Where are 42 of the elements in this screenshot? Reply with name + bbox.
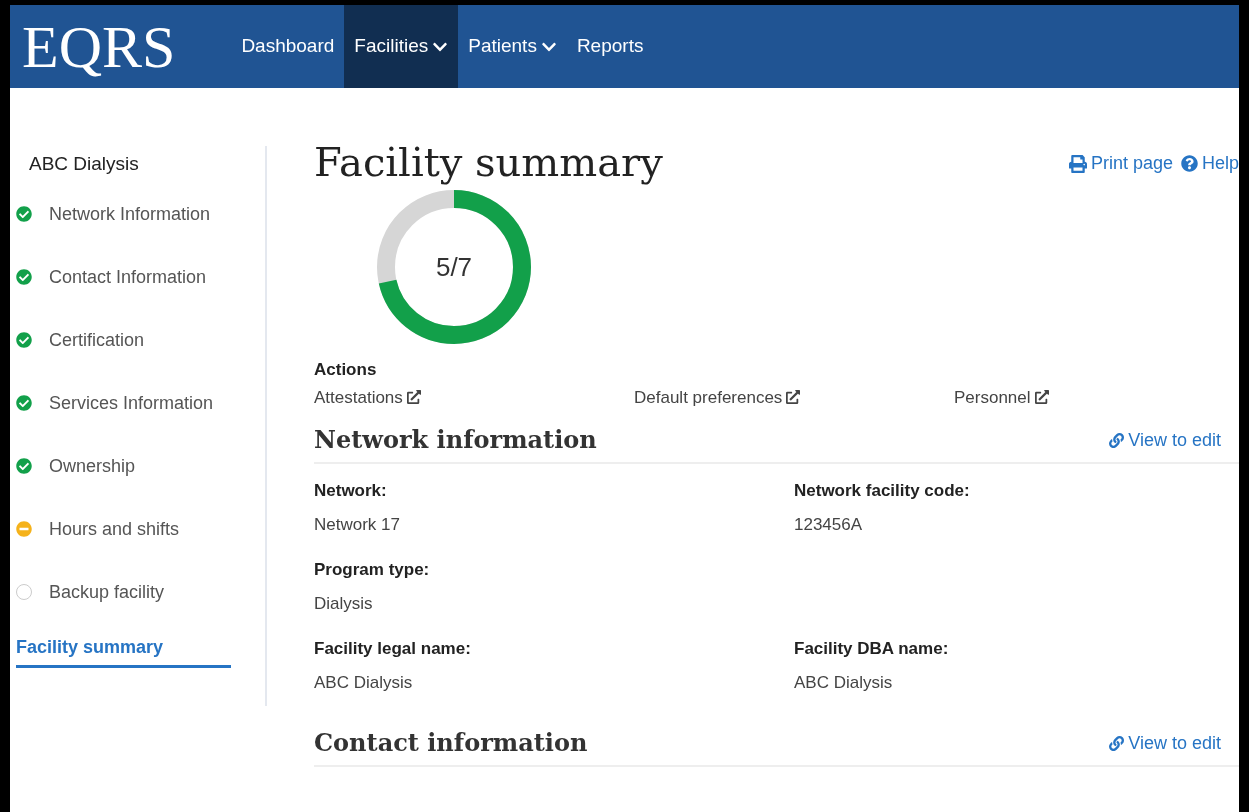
sidebar-link[interactable]: Certification [49, 326, 145, 354]
action-link[interactable]: Default preferences [634, 384, 954, 410]
view-to-edit-link[interactable]: View to edit [1109, 729, 1221, 757]
field-value: Network 17 [314, 513, 401, 536]
sidebar-link[interactable]: Services Information [49, 389, 214, 417]
action-link[interactable]: Personnel [954, 384, 1239, 410]
help-link[interactable]: Help [1180, 150, 1239, 177]
section-heading: Network information [314, 424, 597, 456]
nav-tab[interactable]: Facilities [344, 5, 459, 88]
nav-tab[interactable]: Dashboard [231, 5, 345, 88]
view-to-edit-link[interactable]: View to edit [1109, 426, 1221, 454]
link-icon [1109, 735, 1125, 751]
external-link-icon [406, 390, 421, 405]
sidebar-link[interactable]: Facility summary [16, 633, 231, 668]
external-link-icon [786, 390, 801, 405]
sidebar-link[interactable]: Contact Information [49, 263, 207, 291]
field-label: Program type: [314, 559, 431, 581]
field-label: Facility legal name: [314, 638, 472, 660]
sidebar-link[interactable]: Ownership [49, 452, 136, 480]
link-icon [1109, 432, 1125, 448]
actions-heading: Actions [314, 359, 378, 381]
print-icon [1068, 154, 1087, 173]
sidebar-link[interactable]: Backup facility [49, 578, 165, 606]
section-heading: Contact information [314, 727, 588, 759]
field-label: Facility DBA name: [794, 638, 950, 660]
progress-count: 5/7 [435, 254, 473, 280]
field-value: ABC Dialysis [794, 671, 894, 694]
sidebar-link[interactable]: Hours and shifts [49, 515, 180, 543]
field-label: Network: [314, 480, 388, 502]
logo[interactable]: EQRS [22, 16, 176, 77]
nav-tab[interactable]: Patients [458, 5, 567, 88]
sidebar-link[interactable]: Network Information [49, 200, 211, 228]
action-link[interactable]: Attestations [314, 384, 634, 410]
help-icon [1180, 155, 1198, 172]
field-label: Network facility code: [794, 480, 971, 502]
sidebar-title: ABC Dialysis [29, 152, 140, 176]
print-link[interactable]: Print page [1068, 150, 1173, 177]
field-value: Dialysis [314, 592, 374, 615]
field-value: 123456A [794, 513, 864, 536]
nav-tab[interactable]: Reports [566, 5, 654, 88]
external-link-icon [1034, 390, 1049, 405]
field-value: ABC Dialysis [314, 671, 414, 694]
